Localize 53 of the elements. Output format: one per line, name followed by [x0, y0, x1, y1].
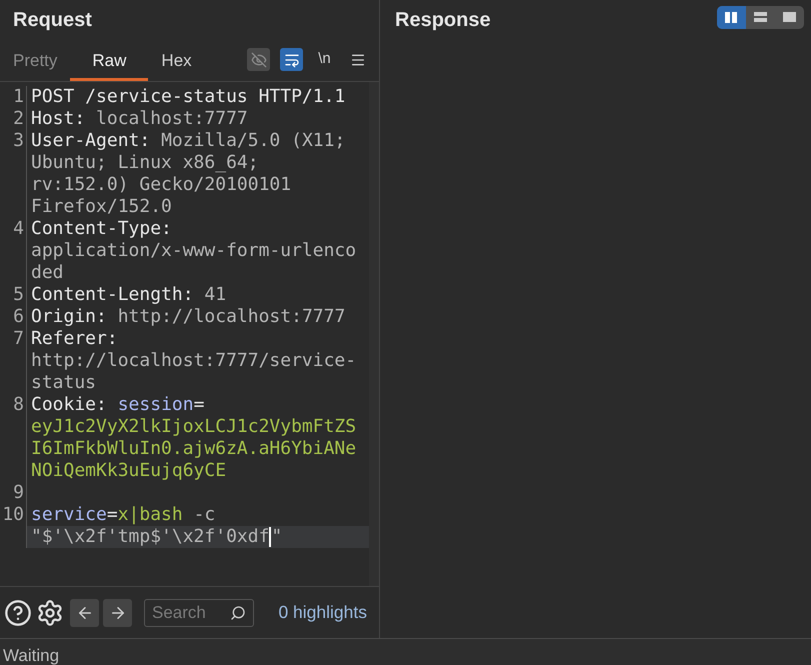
columns-icon	[725, 12, 738, 23]
wrap-text-icon	[284, 52, 300, 68]
panel-title: Response	[395, 8, 491, 33]
next-button[interactable]	[103, 598, 132, 626]
view-tab[interactable]: Pretty	[0, 43, 70, 81]
code-line: rv:152.0) Gecko/20100101	[30, 174, 292, 196]
line-number: 3	[13, 130, 24, 151]
single-pane-icon	[783, 12, 796, 23]
help-icon[interactable]	[4, 598, 32, 626]
menu-icon	[350, 52, 366, 68]
code-line: ded	[30, 262, 65, 284]
line-number: 9	[13, 482, 24, 503]
line-number: 7	[13, 328, 24, 349]
code-line: User-Agent: Mozilla/5.0 (X11;	[30, 130, 346, 152]
code-line: NOiQemKk3uEujq6yCE	[30, 460, 228, 482]
highlight-count: 0 highlights	[278, 601, 368, 624]
line-number: 2	[13, 108, 24, 129]
newline-toggle[interactable]: \n	[313, 48, 336, 71]
panel-title: Request	[12, 8, 93, 33]
code-line: Origin: http://localhost:7777	[30, 306, 346, 328]
search-field[interactable]: Search	[144, 598, 254, 626]
line-number: 4	[13, 218, 24, 239]
code-line: service=x|bash -c	[30, 504, 216, 526]
code-line: Ubuntu; Linux x86_64;	[30, 152, 260, 174]
code-line: status	[30, 372, 98, 394]
line-number: 6	[13, 306, 24, 327]
code-line: Content-Length: 41	[30, 284, 228, 306]
code-line: Firefox/152.0	[30, 196, 173, 218]
code-line: eyJ1c2VyX2lkIjoxLCJ1c2VybmFtZS	[30, 416, 358, 438]
previous-button[interactable]	[70, 598, 99, 626]
code-line: http://localhost:7777/service-	[30, 350, 358, 372]
code-line: Host: localhost:7777	[30, 108, 249, 130]
scrollbar[interactable]	[369, 82, 379, 586]
eye-off-icon	[250, 52, 266, 68]
search-icon	[230, 604, 246, 620]
code-line: Content-Type:	[30, 218, 173, 240]
line-number: 10	[2, 504, 24, 525]
hide-toggle[interactable]	[247, 48, 270, 71]
code-line: Referer:	[30, 328, 119, 350]
view-tab[interactable]: Raw	[70, 43, 148, 81]
line-number: 5	[13, 284, 24, 305]
code-line: application/x-www-form-urlenco	[30, 240, 358, 262]
line-number: 1	[13, 86, 24, 107]
code-line: POST /service-status HTTP/1.1	[30, 86, 346, 108]
code-line: Cookie: session=	[30, 394, 206, 416]
view-tab[interactable]: Hex	[148, 43, 205, 81]
status-bar: Waiting	[0, 638, 811, 665]
rows-icon	[754, 12, 767, 23]
code-line: I6ImFkbWluIn0.ajw6zA.aH6YbiANe	[30, 438, 358, 460]
layout-toggle[interactable]	[717, 6, 746, 29]
wrap-toggle[interactable]	[280, 48, 303, 71]
settings-icon[interactable]	[36, 598, 64, 626]
line-number: 8	[13, 394, 24, 415]
